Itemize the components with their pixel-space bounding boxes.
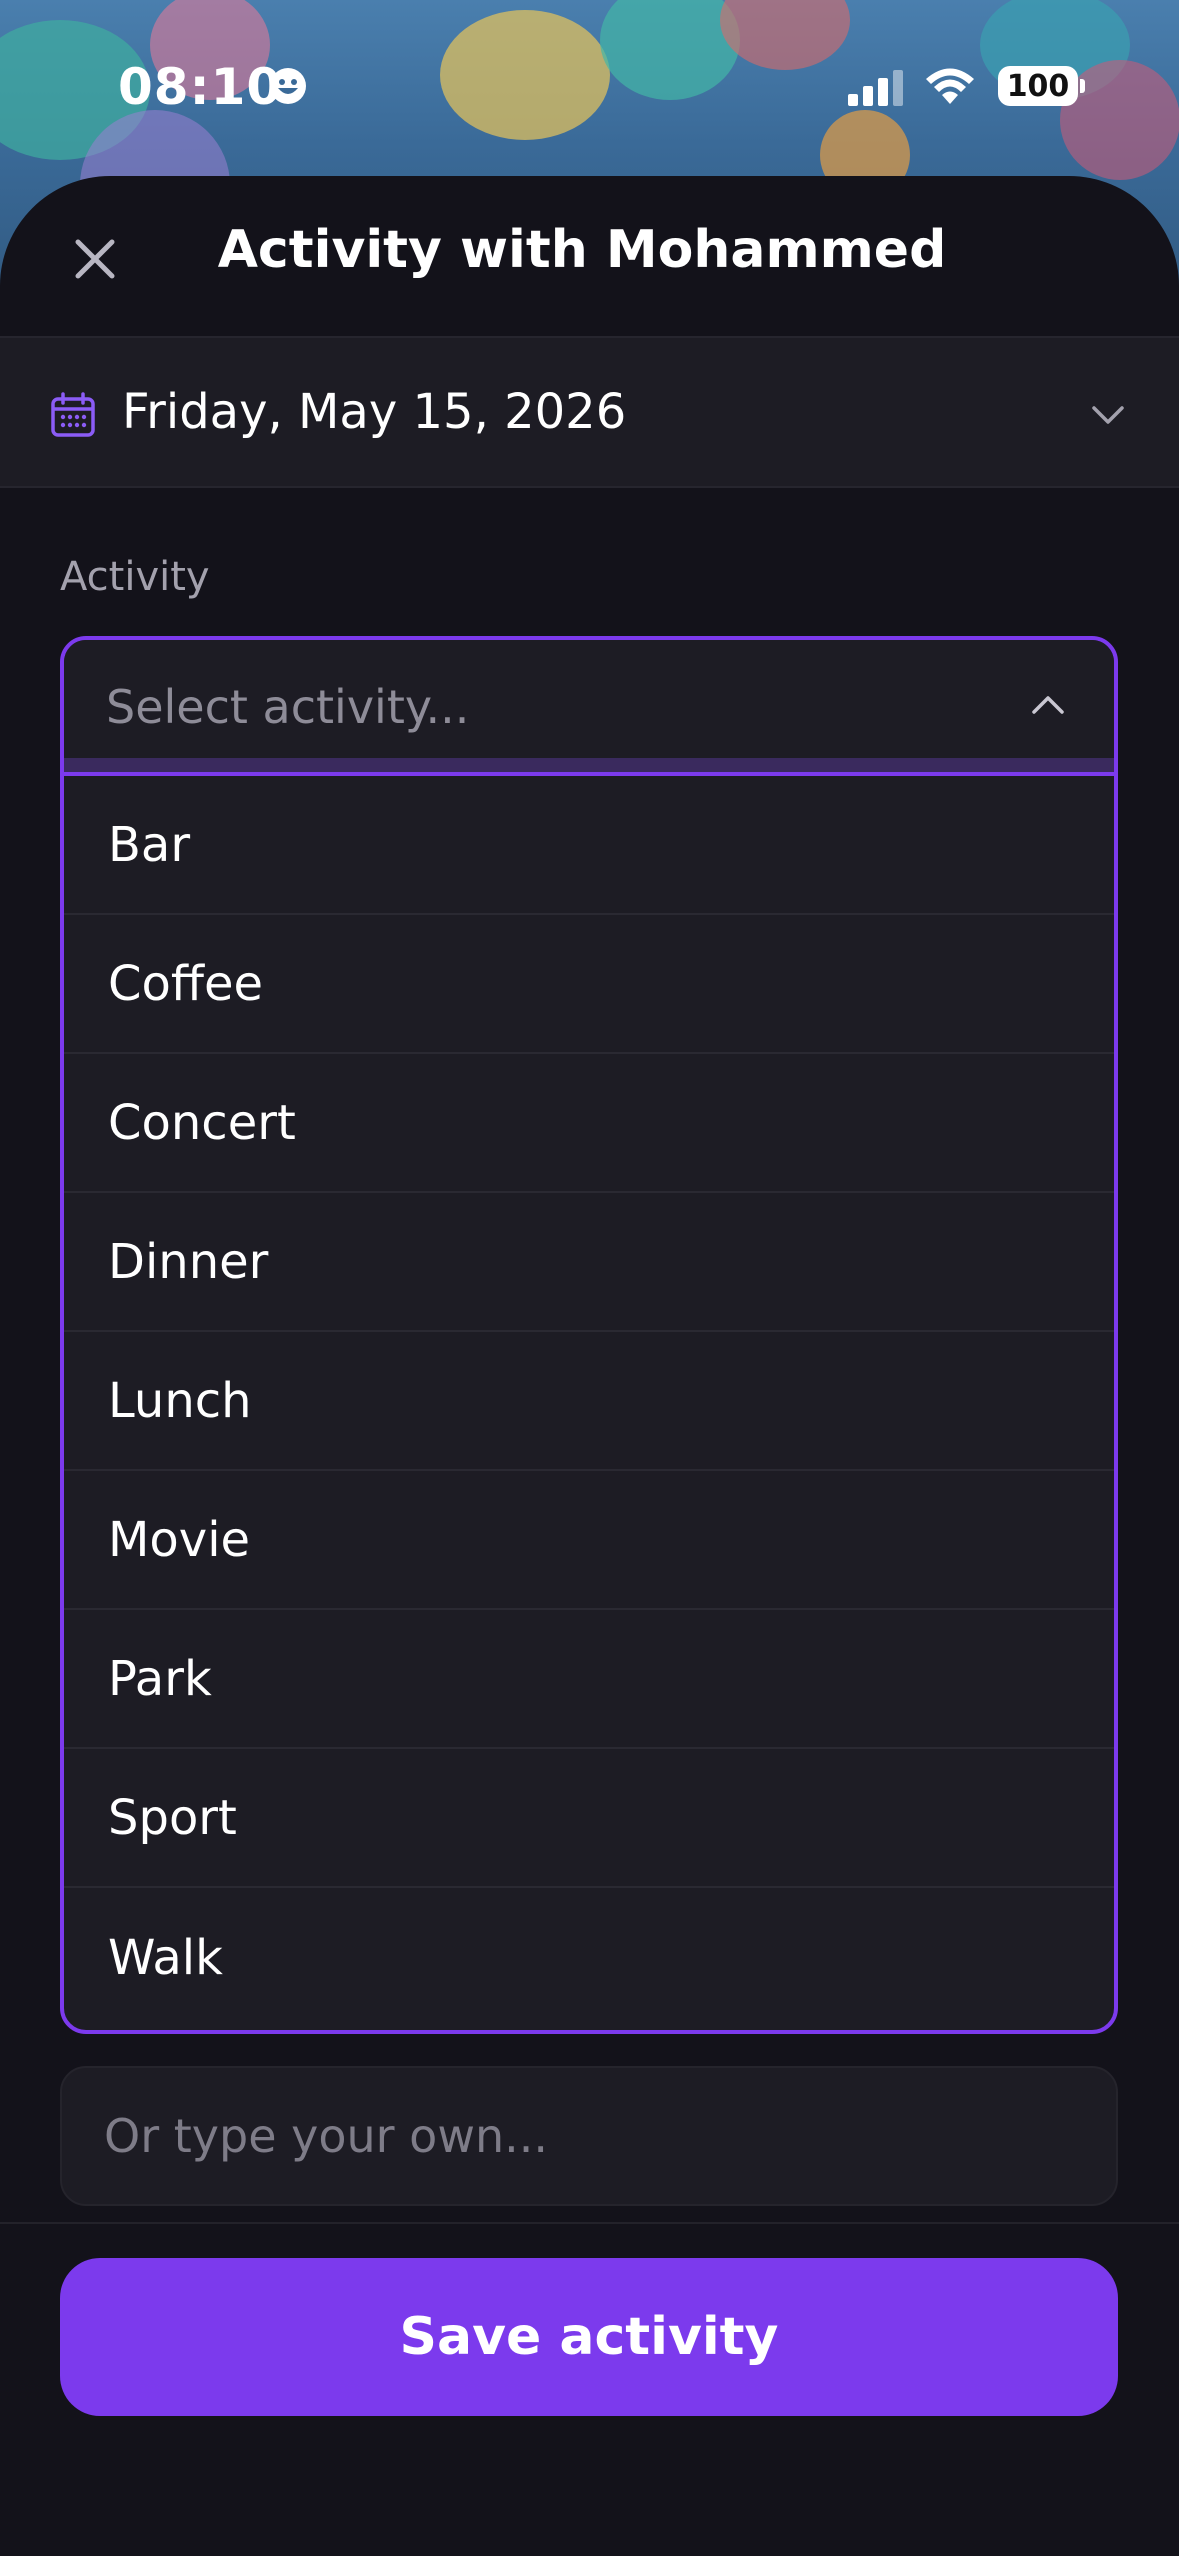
option-concert[interactable]: Concert <box>64 1054 1114 1193</box>
custom-activity-input[interactable] <box>60 2066 1118 2206</box>
option-dinner[interactable]: Dinner <box>64 1193 1114 1332</box>
option-movie[interactable]: Movie <box>64 1471 1114 1610</box>
activity-dropdown[interactable]: Select activity... Bar Coffee Concert Di… <box>60 636 1118 2034</box>
option-park[interactable]: Park <box>64 1610 1114 1749</box>
option-list: Bar Coffee Concert Dinner Lunch Movie Pa… <box>64 776 1114 2027</box>
save-activity-button[interactable]: Save activity <box>60 2258 1118 2416</box>
status-time: 08:10 <box>118 58 283 116</box>
date-picker[interactable]: Friday, May 15, 2026 <box>0 336 1179 488</box>
option-lunch[interactable]: Lunch <box>64 1332 1114 1471</box>
option-bar[interactable]: Bar <box>64 776 1114 915</box>
option-walk[interactable]: Walk <box>64 1888 1114 2027</box>
activity-sheet: Activity with Mohammed Friday, May 15, 2… <box>0 176 1179 2556</box>
select-placeholder: Select activity... <box>106 680 470 734</box>
chevron-down-icon <box>1092 406 1124 424</box>
footer-divider <box>0 2222 1179 2224</box>
calendar-icon <box>51 392 95 437</box>
wifi-icon <box>926 68 974 104</box>
status-bar: 08:10 100 <box>0 0 1179 175</box>
sheet-title: Activity with Mohammed <box>217 220 947 280</box>
date-value: Friday, May 15, 2026 <box>122 384 627 440</box>
option-coffee[interactable]: Coffee <box>64 915 1114 1054</box>
option-sport[interactable]: Sport <box>64 1749 1114 1888</box>
activity-select[interactable]: Select activity... <box>64 640 1114 768</box>
activity-label: Activity <box>60 554 210 600</box>
battery-icon: 100 <box>998 66 1085 106</box>
emoji-smile-icon <box>270 68 306 104</box>
chevron-up-icon <box>1032 696 1064 714</box>
sheet-header: Activity with Mohammed <box>0 176 1179 336</box>
cellular-signal-icon <box>848 70 903 106</box>
dropdown-highlight <box>64 758 1114 772</box>
